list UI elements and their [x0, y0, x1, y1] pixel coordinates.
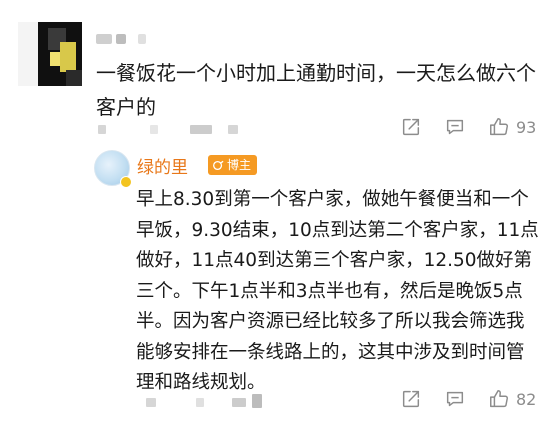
- reply-actions: 82: [400, 388, 536, 410]
- comment-meta-redacted: [150, 125, 158, 134]
- comment-icon[interactable]: [444, 388, 466, 410]
- reply-meta-redacted: [196, 398, 204, 407]
- commenter-name-redacted: [116, 34, 126, 44]
- commenter-name-redacted: [96, 34, 112, 44]
- share-icon[interactable]: [400, 388, 422, 410]
- like-icon[interactable]: [488, 388, 510, 410]
- reply-meta-redacted: [232, 398, 246, 407]
- commenter-name-redacted: [138, 34, 146, 44]
- author-badge-label: 博主: [227, 158, 252, 172]
- comment-icon[interactable]: [444, 116, 466, 138]
- reply-meta-redacted: [252, 394, 262, 408]
- like-icon[interactable]: [488, 116, 510, 138]
- reply-text: 早上8.30到第一个客户家，做她午餐便当和一个早饭，9.30结束，10点到达第二…: [136, 189, 539, 393]
- author-badge: 博主: [208, 155, 258, 175]
- comment-meta-redacted: [228, 125, 238, 134]
- commenter-avatar[interactable]: [18, 22, 82, 86]
- comment-meta-redacted: [190, 125, 212, 134]
- like-count: 93: [516, 117, 537, 137]
- comment-meta-redacted: [98, 125, 106, 134]
- share-icon[interactable]: [400, 116, 422, 138]
- verified-badge-icon: [120, 176, 132, 188]
- reply-meta-redacted: [146, 398, 156, 407]
- reply-author-name[interactable]: 绿的里: [137, 153, 188, 178]
- comment-text: 一餐饭花一个小时加上通勤时间，一天怎么做六个客户的: [96, 61, 536, 119]
- comment-actions: 93: [400, 116, 536, 138]
- like-count: 82: [516, 389, 537, 409]
- author-tag-icon: [213, 160, 224, 170]
